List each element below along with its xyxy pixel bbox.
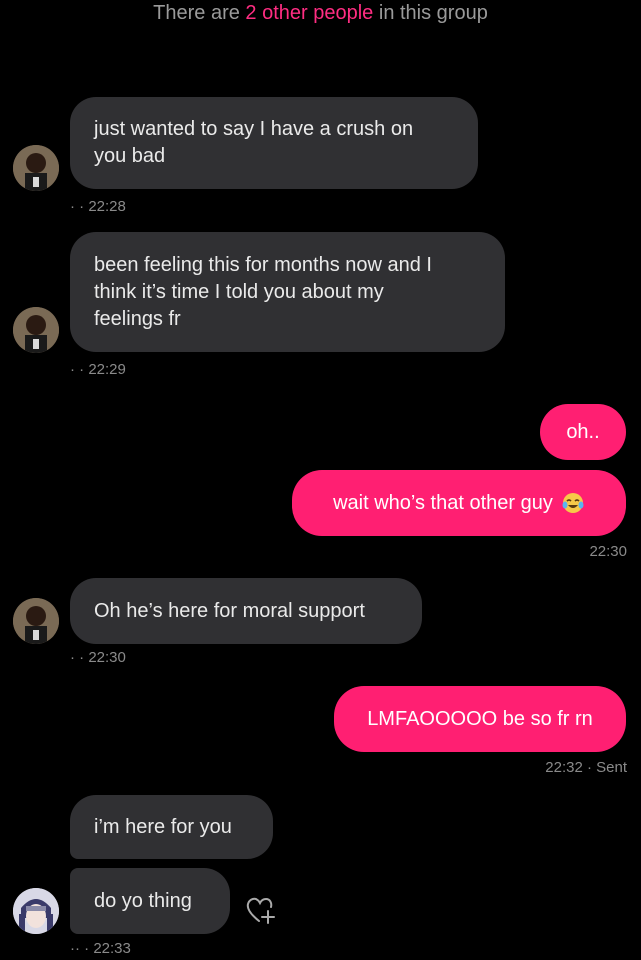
message-text: Oh he’s here for moral support	[94, 599, 365, 622]
message-bubble-outgoing[interactable]: wait who’s that other guy	[292, 470, 626, 536]
group-info-banner: There are 2 other people in this group	[0, 2, 641, 25]
message-timestamp: · · 22:30	[70, 649, 126, 666]
message-text: oh..	[566, 420, 600, 443]
crying-laughing-emoji-icon	[561, 491, 585, 515]
message-timestamp-sent: 22:32 · Sent	[545, 759, 627, 776]
message-text: do yo thing	[94, 889, 192, 912]
message-bubble-incoming[interactable]: i’m here for you	[70, 795, 273, 859]
other-people-link[interactable]: 2 other people	[245, 2, 373, 24]
banner-suffix: in this group	[373, 2, 488, 24]
sender-avatar-2[interactable]	[13, 888, 59, 934]
sender-avatar[interactable]	[13, 145, 59, 191]
heart-plus-icon[interactable]	[245, 895, 277, 925]
message-timestamp: · · 22:28	[70, 198, 126, 215]
message-timestamp: 22:30	[589, 543, 627, 560]
message-text: been feeling this for months now and I t…	[94, 253, 432, 330]
message-bubble-incoming[interactable]: just wanted to say I have a crush on you…	[70, 97, 478, 189]
message-text: just wanted to say I have a crush on you…	[94, 118, 414, 167]
sender-avatar[interactable]	[13, 307, 59, 353]
message-timestamp: ·· · 22:33	[70, 940, 131, 957]
message-bubble-outgoing[interactable]: oh..	[540, 404, 626, 460]
message-bubble-outgoing[interactable]: LMFAOOOOO be so fr rn	[334, 686, 626, 752]
message-text: i’m here for you	[94, 815, 232, 838]
message-text: LMFAOOOOO be so fr rn	[367, 707, 593, 730]
message-bubble-incoming[interactable]: been feeling this for months now and I t…	[70, 232, 505, 352]
message-timestamp: · · 22:29	[70, 361, 126, 378]
banner-prefix: There are	[153, 2, 246, 24]
sender-avatar[interactable]	[13, 598, 59, 644]
message-bubble-incoming[interactable]: do yo thing	[70, 868, 230, 934]
message-bubble-incoming[interactable]: Oh he’s here for moral support	[70, 578, 422, 644]
message-text: wait who’s that other guy	[333, 491, 553, 514]
